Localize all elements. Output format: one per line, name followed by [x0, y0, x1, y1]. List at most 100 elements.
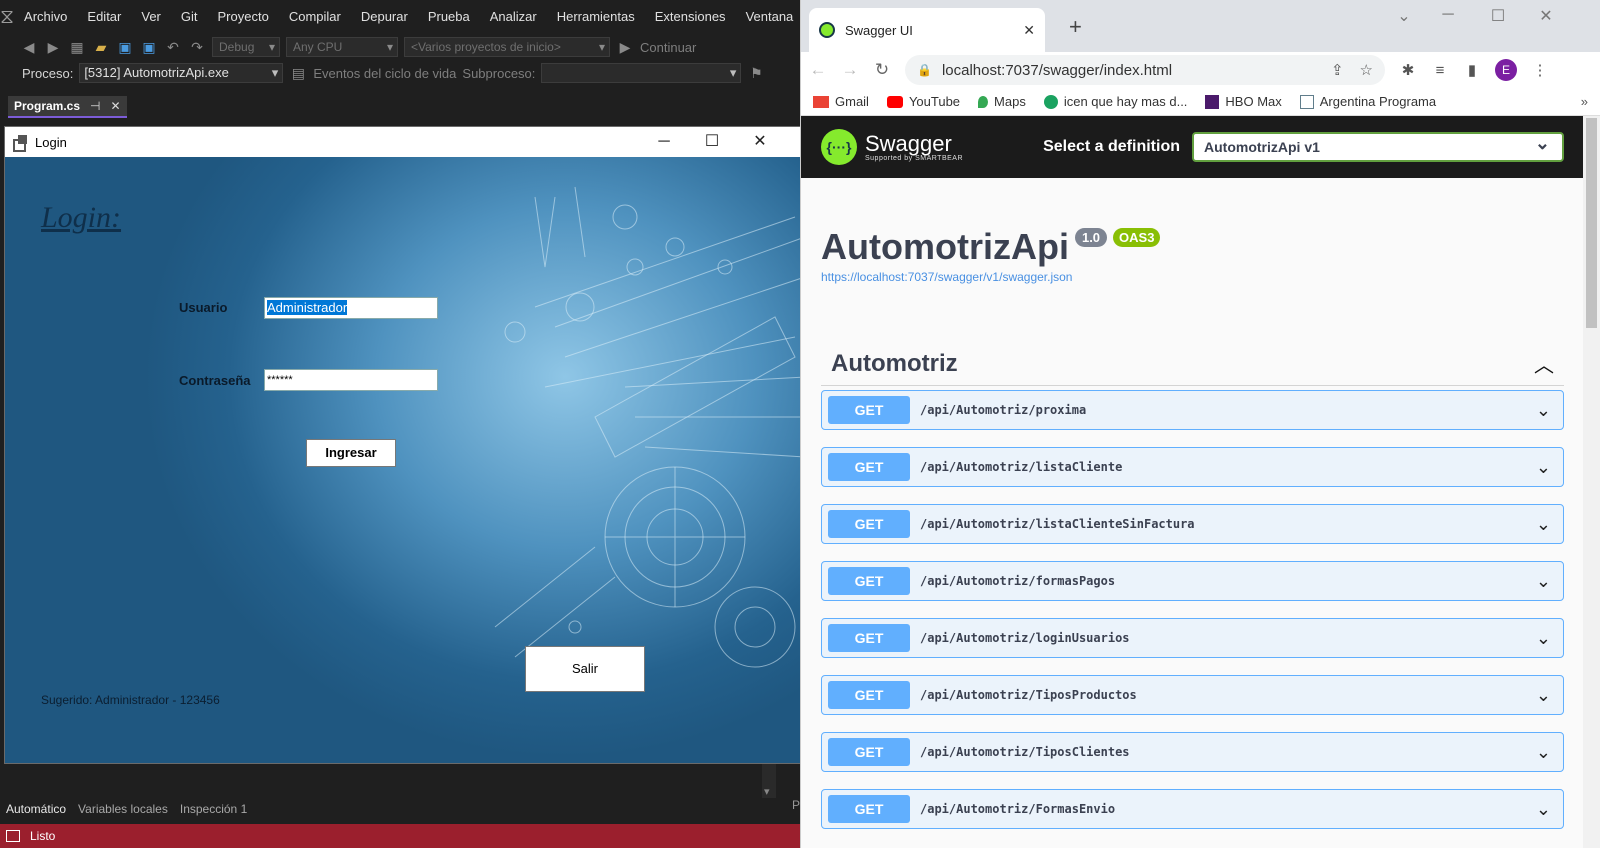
address-bar[interactable]: 🔒 localhost:7037/swagger/index.html ⇪ ☆ [905, 55, 1385, 85]
operation-row[interactable]: GET/api/Automotriz/FormasEnvio ⌄ [821, 789, 1564, 829]
redo-icon[interactable]: ↷ [188, 38, 206, 56]
minimize-icon[interactable]: ─ [1433, 6, 1463, 24]
close-tab-icon[interactable]: ✕ [110, 95, 120, 117]
bookmark-youtube[interactable]: YouTube [886, 94, 960, 109]
operation-row[interactable]: GET/api/Automotriz/TiposProductos ⌄ [821, 675, 1564, 715]
close-window-icon[interactable]: ✕ [1531, 6, 1561, 26]
ingresar-button[interactable]: Ingresar [306, 439, 396, 467]
vs-panel-scrollbar[interactable] [762, 764, 776, 798]
definition-select[interactable]: AutomotrizApi v1 [1192, 130, 1564, 162]
expand-chevron-icon[interactable]: ⌄ [1536, 685, 1551, 706]
share-icon[interactable]: ⇪ [1331, 61, 1344, 79]
section-header-automotriz[interactable]: Automotriz ︿ [821, 342, 1564, 386]
flag-icon[interactable]: ⚑ [747, 64, 765, 82]
numbered-site-icon [1043, 94, 1058, 109]
lock-icon[interactable]: 🔒 [917, 63, 932, 77]
save-all-icon[interactable]: ▣ [140, 38, 158, 56]
login-window-title: Login [35, 134, 67, 150]
operation-row[interactable]: GET/api/Automotriz/listaClienteSinFactur… [821, 504, 1564, 544]
close-button[interactable]: ✕ [737, 127, 783, 157]
new-item-icon[interactable]: ▦ [68, 38, 86, 56]
side-panel-icon[interactable]: ▮ [1463, 61, 1481, 79]
maximize-button[interactable]: ☐ [689, 127, 735, 157]
expand-chevron-icon[interactable]: ⌄ [1536, 514, 1551, 535]
extensions-icon[interactable]: ✱ [1399, 61, 1417, 79]
menu-extensiones[interactable]: Extensiones [645, 0, 736, 34]
back-icon[interactable]: ◀ [20, 38, 38, 56]
tab-inspeccion[interactable]: Inspección 1 [174, 798, 253, 820]
scrollbar-thumb[interactable] [1586, 118, 1597, 328]
bookmark-maps[interactable]: Maps [978, 94, 1026, 109]
undo-icon[interactable]: ↶ [164, 38, 182, 56]
new-tab-icon[interactable]: + [1069, 14, 1082, 40]
lifecycle-events[interactable]: Eventos del ciclo de vida [313, 66, 456, 81]
menu-archivo[interactable]: Archivo [14, 0, 77, 34]
method-badge: GET [828, 510, 910, 538]
more-bookmarks-icon[interactable]: » [1581, 94, 1588, 109]
expand-chevron-icon[interactable]: ⌄ [1536, 742, 1551, 763]
tab-search-icon[interactable]: ⌄ [1389, 6, 1419, 26]
bookmark-gmail[interactable]: Gmail [813, 94, 869, 109]
bookmark-hbo-max[interactable]: HBO Max [1205, 94, 1282, 109]
operation-path: /api/Automotriz/FormasEnvio [920, 802, 1116, 816]
menu-ventana[interactable]: Ventana [736, 0, 804, 34]
open-folder-icon[interactable]: ▰ [92, 38, 110, 56]
username-field[interactable]: Administrador [264, 297, 438, 319]
forward-icon[interactable]: ▶ [44, 38, 62, 56]
operation-row[interactable]: GET/api/Automotriz/formasPagos ⌄ [821, 561, 1564, 601]
tab-program-cs[interactable]: Program.cs ⊣ ✕ [8, 96, 127, 118]
operation-row[interactable]: GET/api/Automotriz/listaCliente ⌄ [821, 447, 1564, 487]
media-icon[interactable]: ≡ [1431, 62, 1449, 79]
continue-play-icon[interactable]: ▶ [616, 38, 634, 56]
bookmark-argentina-programa[interactable]: Argentina Programa [1299, 94, 1436, 109]
expand-chevron-icon[interactable]: ⌄ [1536, 799, 1551, 820]
back-arrow-icon[interactable]: ← [809, 60, 827, 80]
expand-chevron-icon[interactable]: ⌄ [1536, 571, 1551, 592]
salir-button[interactable]: Salir [525, 646, 645, 692]
save-icon[interactable]: ▣ [116, 38, 134, 56]
menu-analizar[interactable]: Analizar [480, 0, 547, 34]
bookmark-icen[interactable]: icen que hay mas d... [1043, 94, 1187, 109]
close-tab-icon[interactable]: ✕ [1023, 22, 1035, 39]
config-select[interactable]: Debug [212, 37, 280, 57]
thread-select[interactable] [541, 63, 742, 83]
operation-row[interactable]: GET/api/Automotriz/TiposClientes ⌄ [821, 732, 1564, 772]
continue-button[interactable]: Continuar [640, 40, 696, 55]
reload-icon[interactable]: ↻ [873, 60, 891, 80]
kebab-menu-icon[interactable]: ⋮ [1531, 61, 1549, 79]
menu-compilar[interactable]: Compilar [279, 0, 351, 34]
hbo-max-icon [1205, 94, 1220, 109]
expand-chevron-icon[interactable]: ⌄ [1536, 457, 1551, 478]
menu-editar[interactable]: Editar [77, 0, 131, 34]
menu-depurar[interactable]: Depurar [351, 0, 418, 34]
process-select[interactable]: [5312] AutomotrizApi.exe [79, 63, 284, 83]
swagger-json-link[interactable]: https://localhost:7037/swagger/v1/swagge… [821, 270, 1564, 284]
tab-swagger-ui[interactable]: Swagger UI ✕ [809, 8, 1045, 52]
expand-chevron-icon[interactable]: ⌄ [1536, 400, 1551, 421]
forward-arrow-icon[interactable]: → [841, 60, 859, 80]
expand-chevron-icon[interactable]: ⌄ [1536, 628, 1551, 649]
swagger-logo-icon[interactable]: {···} [821, 129, 857, 165]
tab-variables-locales[interactable]: Variables locales [72, 798, 174, 820]
bookmark-star-icon[interactable]: ☆ [1360, 61, 1373, 79]
menu-proyecto[interactable]: Proyecto [208, 0, 279, 34]
maximize-icon[interactable]: ☐ [1483, 6, 1513, 26]
swagger-brand: Swagger Supported by SMARTBEAR [865, 130, 964, 162]
startup-select[interactable]: <Varios proyectos de inicio> [404, 37, 610, 57]
menu-herramientas[interactable]: Herramientas [547, 0, 645, 34]
operation-row[interactable]: GET/api/Automotriz/proxima ⌄ [821, 390, 1564, 430]
minimize-button[interactable]: ─ [641, 127, 687, 157]
password-field[interactable]: ****** [264, 369, 438, 391]
menu-prueba[interactable]: Prueba [418, 0, 480, 34]
gmail-icon [813, 95, 829, 108]
tab-automatico[interactable]: Automático [0, 798, 72, 820]
profile-avatar[interactable]: E [1495, 59, 1517, 81]
status-text: Listo [30, 829, 56, 843]
operation-row[interactable]: GET/api/Automotriz/loginUsuarios ⌄ [821, 618, 1564, 658]
menu-ver[interactable]: Ver [131, 0, 171, 34]
collapse-chevron-icon[interactable]: ︿ [1534, 349, 1554, 378]
menu-git[interactable]: Git [171, 0, 208, 34]
platform-select[interactable]: Any CPU [286, 37, 398, 57]
page-scrollbar[interactable] [1583, 116, 1600, 848]
pin-icon[interactable]: ⊣ [90, 95, 100, 117]
